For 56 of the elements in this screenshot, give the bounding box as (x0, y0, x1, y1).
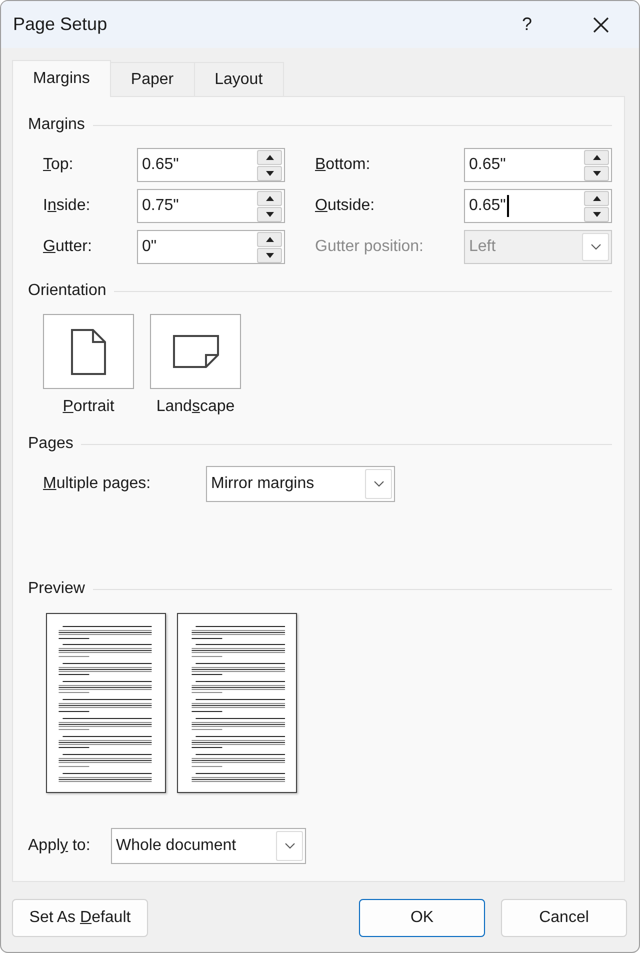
dropdown[interactable]: Whole document (111, 828, 306, 864)
field-label: Multiple pages: (43, 474, 152, 494)
orientation-button[interactable] (150, 314, 241, 389)
spin-box[interactable]: 0.65" (137, 148, 285, 182)
orientation-button[interactable] (43, 314, 134, 389)
down-triangle-icon (266, 212, 274, 216)
down-triangle-icon (266, 252, 274, 258)
landscape-page-icon (172, 335, 218, 368)
orientation-label: Portrait (62, 397, 114, 417)
portrait-page-icon (71, 328, 106, 374)
section-heading: Pages (28, 434, 74, 454)
spin-down-button[interactable] (584, 166, 609, 180)
field-label: Gutter: (43, 237, 93, 257)
field-label: Outside: (315, 196, 376, 216)
spin-up-button[interactable] (257, 190, 282, 206)
spin-down-button[interactable] (257, 248, 282, 262)
up-triangle-icon (592, 154, 600, 160)
dialog-button[interactable]: Cancel (501, 899, 627, 937)
up-triangle-icon (266, 196, 274, 200)
field-label: Top: (43, 155, 74, 175)
down-triangle-icon (266, 170, 274, 176)
dropdown[interactable]: Mirror margins (206, 466, 395, 502)
default-button[interactable]: OK (359, 899, 485, 937)
chevron-down-icon (284, 843, 294, 849)
spin-box[interactable]: 0.65" (464, 189, 612, 223)
dialog-button[interactable]: Set As Default (12, 899, 148, 937)
field-label: Bottom: (315, 155, 372, 175)
spin-up-button[interactable] (257, 150, 282, 164)
close-icon (593, 16, 609, 32)
section-heading: Margins (28, 115, 85, 135)
chevron-down-icon (590, 244, 600, 250)
down-triangle-icon (592, 212, 600, 216)
spin-down-button[interactable] (257, 166, 282, 180)
section-heading: Orientation (28, 281, 106, 301)
field-label: Apply to: (28, 836, 92, 856)
spin-down-button[interactable] (584, 206, 609, 222)
up-triangle-icon (266, 236, 274, 242)
chevron-down-icon (374, 481, 384, 487)
section-heading: Preview (28, 579, 85, 599)
tab[interactable]: Layout (194, 62, 284, 96)
spin-box[interactable]: 0.65" (464, 148, 612, 182)
down-triangle-icon (592, 170, 600, 176)
help-button[interactable]: ? (497, 1, 557, 48)
spin-up-button[interactable] (584, 190, 609, 206)
spin-down-button[interactable] (257, 206, 282, 222)
tab[interactable]: Margins (12, 60, 111, 97)
spin-box[interactable]: 0.75" (137, 189, 285, 223)
spin-up-button[interactable] (584, 150, 609, 164)
up-triangle-icon (592, 196, 600, 200)
orientation-label: Landscape (156, 397, 235, 417)
spin-box[interactable]: 0" (137, 230, 285, 264)
window-title: Page Setup (13, 14, 108, 35)
up-triangle-icon (266, 154, 274, 160)
field-label: Gutter position: (315, 237, 424, 257)
field-label: Inside: (43, 196, 92, 216)
spin-up-button[interactable] (257, 232, 282, 246)
